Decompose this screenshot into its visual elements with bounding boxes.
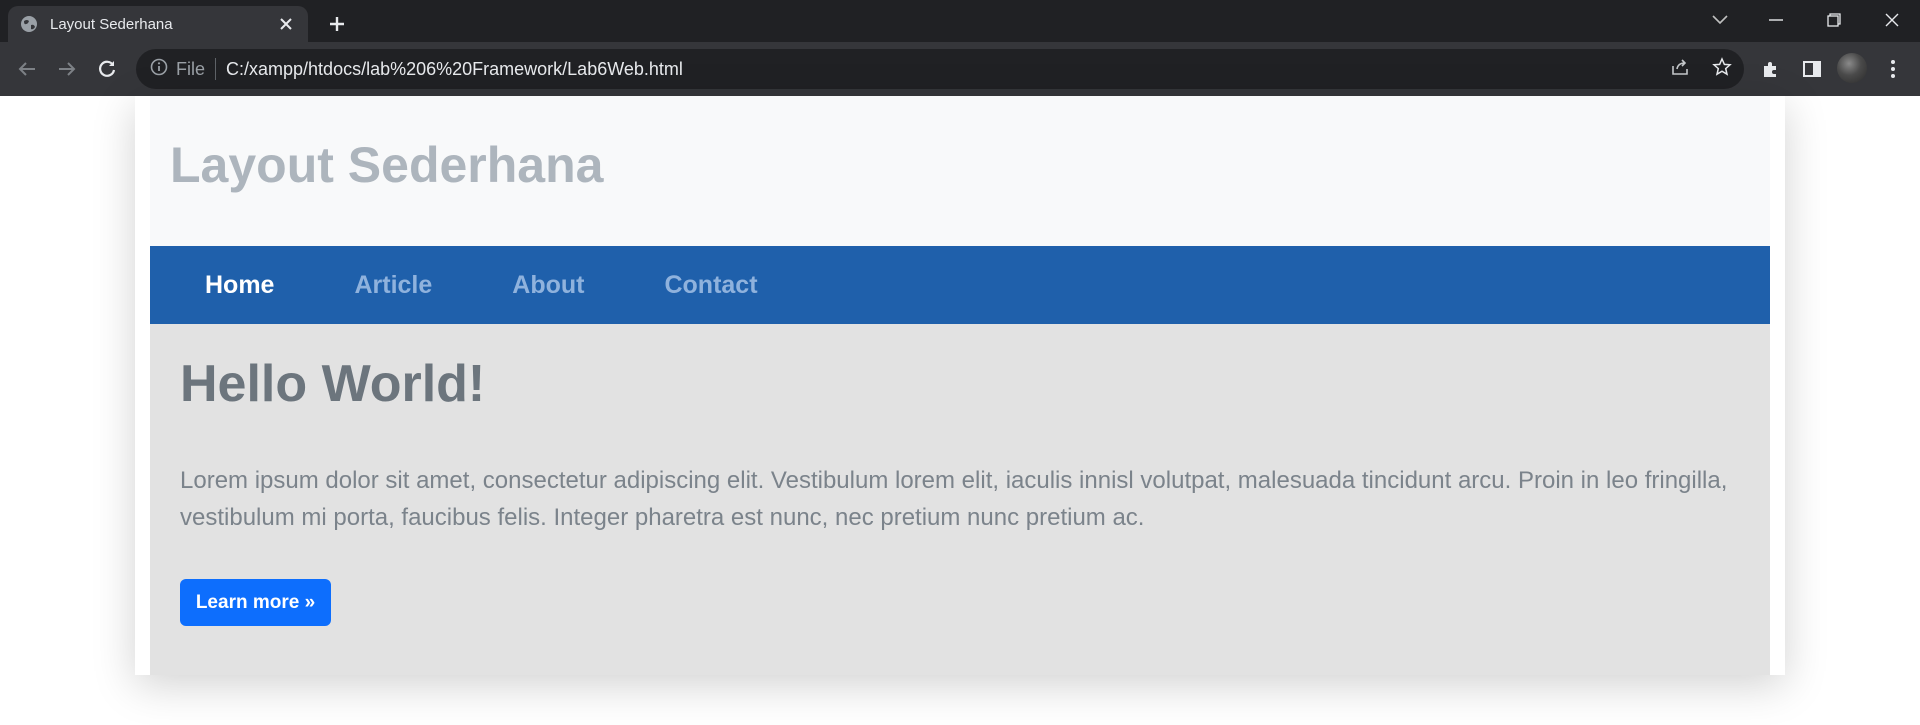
back-arrow-icon[interactable] (12, 54, 42, 84)
restore-icon[interactable] (1811, 0, 1857, 40)
window-close-icon[interactable] (1869, 0, 1915, 40)
hero-heading: Hello World! (180, 355, 486, 413)
browser-toolbar: File C:/xampp/htdocs/lab%206%20Framework… (0, 42, 1920, 96)
close-icon[interactable] (276, 14, 296, 34)
extensions-icon[interactable] (1756, 54, 1786, 84)
nav-link-home[interactable]: Home (190, 261, 289, 310)
minimize-icon[interactable] (1753, 0, 1799, 40)
hero-text: Lorem ipsum dolor sit amet, consectetur … (180, 467, 1728, 531)
omnibox-separator (215, 58, 217, 80)
site-info-label: File (176, 58, 206, 79)
site-header: Layout Sederhana (150, 96, 1770, 246)
plus-icon[interactable] (322, 9, 352, 39)
star-icon[interactable] (1712, 57, 1732, 81)
site-title: Layout Sederhana (170, 137, 604, 193)
kebab-menu-icon[interactable] (1878, 54, 1908, 84)
browser-tabstrip: Layout Sederhana (0, 0, 1920, 42)
hero-section: Hello World! Lorem ipsum dolor sit amet,… (150, 324, 1770, 675)
nav-link-article[interactable]: Article (339, 261, 447, 310)
nav-link-contact[interactable]: Contact (649, 261, 772, 310)
profile-avatar[interactable] (1837, 53, 1867, 83)
address-bar[interactable]: File C:/xampp/htdocs/lab%206%20Framework… (136, 49, 1744, 89)
side-panel-icon[interactable] (1797, 54, 1827, 84)
chevron-down-icon[interactable] (1697, 0, 1743, 40)
reload-icon[interactable] (92, 54, 122, 84)
globe-icon (20, 15, 38, 33)
page-viewport: Layout Sederhana Home Article About Cont… (0, 96, 1920, 725)
main-navbar: Home Article About Contact (150, 246, 1770, 324)
share-icon[interactable] (1670, 57, 1690, 81)
browser-tab[interactable]: Layout Sederhana (8, 6, 308, 42)
forward-arrow-icon[interactable] (52, 54, 82, 84)
page-container: Layout Sederhana Home Article About Cont… (135, 96, 1785, 675)
info-icon (150, 58, 168, 80)
learn-more-button[interactable]: Learn more » (180, 579, 331, 626)
site-info-button[interactable]: File (150, 58, 205, 80)
nav-link-about[interactable]: About (497, 261, 599, 310)
tab-title: Layout Sederhana (50, 15, 173, 33)
url-text[interactable]: C:/xampp/htdocs/lab%206%20Framework/Lab6… (226, 59, 683, 80)
